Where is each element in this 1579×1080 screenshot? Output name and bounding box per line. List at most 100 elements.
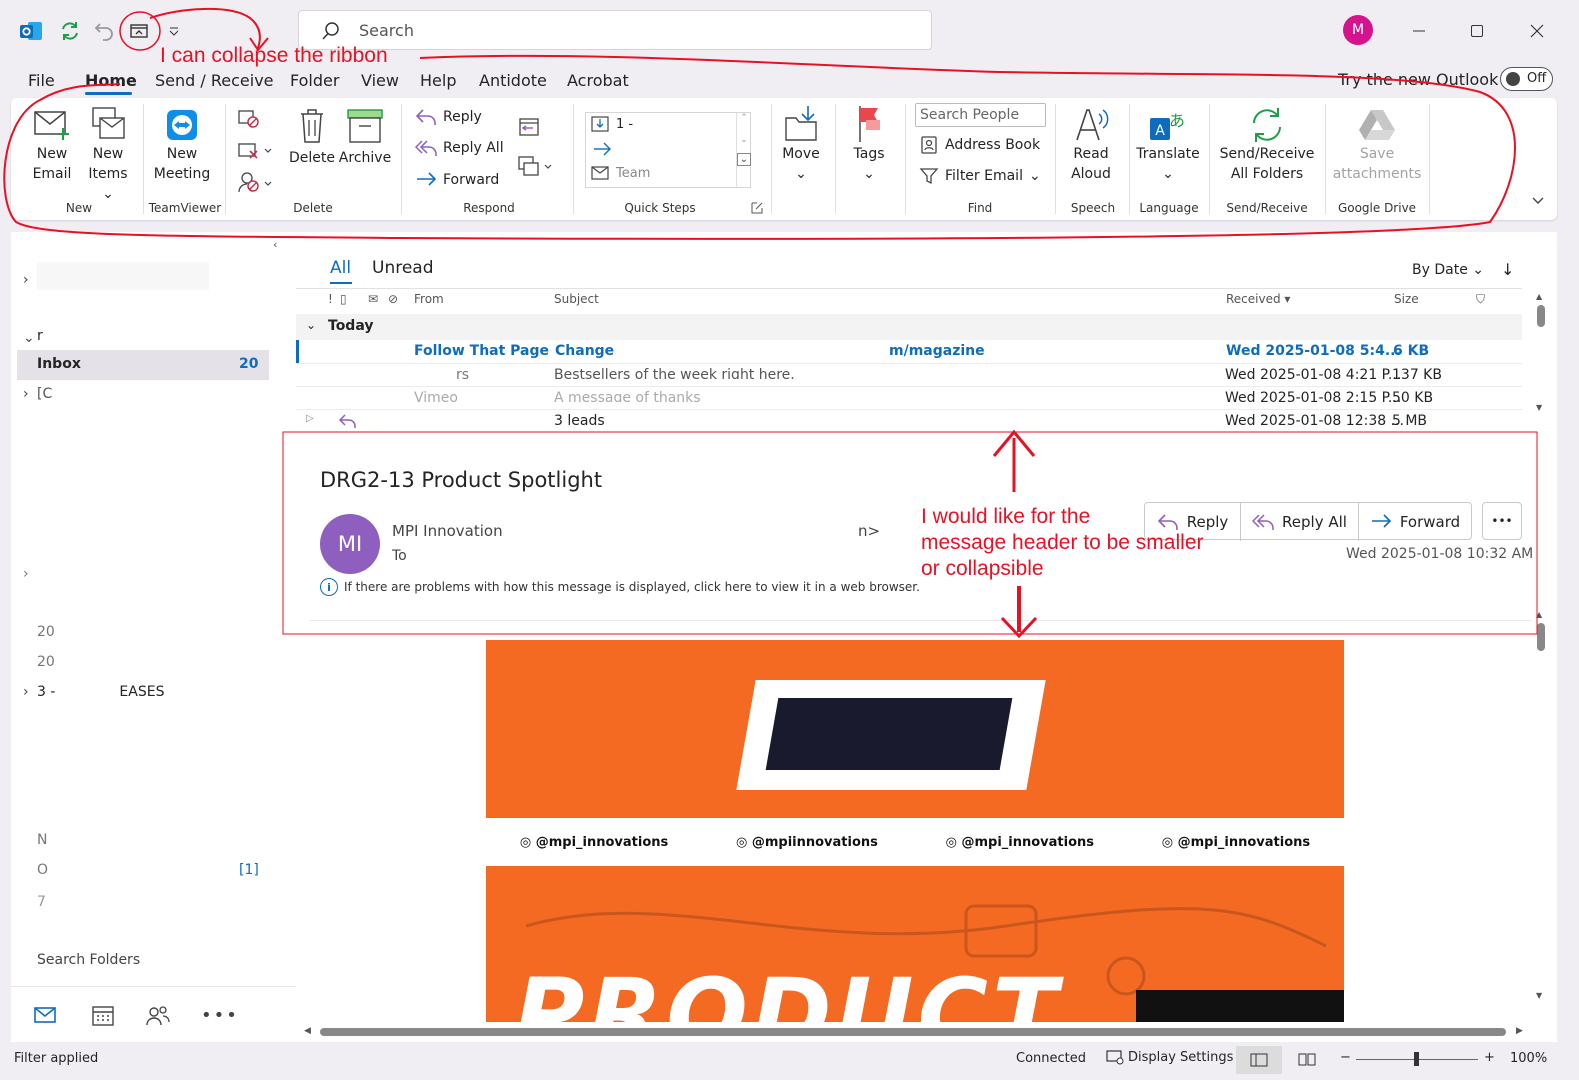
read-aloud-button[interactable]: Read Aloud	[1063, 106, 1119, 184]
social-handle-3[interactable]: ◎ @mpi_innovations	[946, 835, 1094, 850]
folder-20a[interactable]: 20	[37, 624, 55, 640]
translate-button[interactable]: Aあ Translate ⌄	[1135, 106, 1201, 184]
search-people-input[interactable]: Search People	[915, 103, 1046, 127]
calendar-icon[interactable]	[91, 1003, 115, 1027]
mail-icon[interactable]	[33, 1005, 57, 1025]
flag-column-icon[interactable]: ✉	[368, 292, 378, 306]
mailbox-collapse-icon[interactable]: ⌄	[23, 330, 35, 346]
quick-steps-scroll[interactable]: ⌃ ⌄ ⌄	[736, 113, 751, 187]
ribbon-expand-icon[interactable]	[1531, 196, 1545, 206]
folder-o[interactable]: O	[37, 862, 48, 878]
table-row[interactable]: rs Bestsellers of the week right here. W…	[296, 363, 1522, 386]
table-row[interactable]: ▷ 3 leads Wed 2025-01-08 12:38 ... 5 MB	[296, 409, 1522, 432]
forward-button[interactable]: Forward	[415, 170, 499, 190]
column-received[interactable]: Received ▾	[1226, 292, 1290, 306]
delete-button[interactable]: Delete	[285, 106, 339, 168]
column-subject[interactable]: Subject	[554, 292, 599, 306]
normal-view-icon[interactable]	[1236, 1046, 1282, 1074]
social-handle-1[interactable]: ◎ @mpi_innovations	[520, 835, 668, 850]
menu-antidote[interactable]: Antidote	[479, 71, 547, 90]
reply-all-button[interactable]: Reply All	[1241, 503, 1359, 541]
folder-inbox[interactable]: Inbox 20	[17, 350, 269, 380]
reply-button[interactable]: Reply	[415, 107, 482, 127]
maximize-icon[interactable]	[1464, 18, 1490, 44]
sort-by-date[interactable]: By Date ⌄	[1412, 262, 1484, 278]
mailbox-name[interactable]: r	[37, 328, 43, 344]
filter-email-button[interactable]: Filter Email ⌄	[919, 166, 1041, 186]
profile-avatar[interactable]: M	[1343, 15, 1373, 45]
menu-home[interactable]: Home	[85, 71, 137, 90]
menu-send-receive[interactable]: Send / Receive	[155, 71, 274, 90]
table-row[interactable]: Vimeo A message of thanks Wed 2025-01-08…	[296, 386, 1522, 409]
social-handle-2[interactable]: ◎ @mpiinnovations	[736, 835, 878, 850]
folder-n[interactable]: N	[37, 832, 47, 848]
meeting-reply-icon[interactable]	[517, 116, 541, 138]
column-size[interactable]: Size	[1394, 292, 1419, 306]
zoom-level[interactable]: 100%	[1510, 1051, 1547, 1066]
close-icon[interactable]	[1524, 18, 1550, 44]
quick-steps-gallery[interactable]: 1 - Team ⌃ ⌄ ⌄	[585, 112, 751, 188]
ignore-icon[interactable]	[237, 108, 261, 130]
folder-c-expand-icon[interactable]: ›	[23, 386, 29, 402]
folder-c[interactable]: [C	[37, 386, 52, 402]
reading-scrollbar[interactable]: ▲ ▼	[1536, 610, 1546, 1030]
collapse-pane-icon[interactable]: ‹	[273, 238, 277, 251]
new-meeting-button[interactable]: New Meeting	[151, 106, 213, 184]
new-outlook-toggle[interactable]: Off	[1500, 67, 1553, 91]
search-folders[interactable]: Search Folders	[37, 952, 140, 968]
menu-file[interactable]: File	[28, 71, 55, 90]
folder-20b[interactable]: 20	[37, 654, 55, 670]
table-row[interactable]: Follow That Page Change m/magazine Wed 2…	[296, 340, 1522, 363]
icon-column-icon[interactable]: ▯	[340, 292, 347, 306]
group-today[interactable]: ⌄ Today	[296, 314, 1522, 340]
people-icon[interactable]	[145, 1003, 171, 1027]
reply-all-button[interactable]: Reply All	[415, 138, 504, 158]
search-box[interactable]: Search	[298, 10, 932, 50]
menu-help[interactable]: Help	[420, 71, 456, 90]
address-book-button[interactable]: Address Book	[919, 135, 1040, 155]
quick-step-1[interactable]: 1 -	[590, 115, 633, 133]
cleanup-icon[interactable]	[237, 140, 277, 162]
folder-3[interactable]: 3 - EASES	[37, 684, 164, 700]
horizontal-scrollbar[interactable]: ◀ ▶	[304, 1026, 1530, 1038]
zoom-out-icon[interactable]: −	[1340, 1050, 1351, 1065]
new-email-button[interactable]: New Email	[27, 106, 77, 184]
sender-name[interactable]: MPI Innovation	[392, 522, 503, 540]
tags-button[interactable]: Tags ⌄	[845, 104, 893, 184]
list-scrollbar-thumb[interactable]	[1537, 305, 1545, 327]
collapse-ribbon-icon[interactable]	[126, 18, 152, 44]
forward-button[interactable]: Forward	[1359, 503, 1471, 541]
zoom-slider-thumb[interactable]	[1414, 1052, 1419, 1066]
reading-view-icon[interactable]	[1298, 1052, 1316, 1066]
minimize-icon[interactable]	[1406, 18, 1432, 44]
social-handle-4[interactable]: ◎ @mpi_innovations	[1162, 835, 1310, 850]
junk-icon[interactable]	[237, 170, 277, 194]
send-receive-all-button[interactable]: Send/Receive All Folders	[1215, 106, 1319, 184]
tab-all[interactable]: All	[330, 258, 351, 278]
account-expand-icon[interactable]: ›	[23, 272, 29, 288]
attachment-column-icon[interactable]: ⊘	[388, 292, 398, 306]
sort-direction-icon[interactable]: ↓	[1501, 260, 1514, 279]
sender-avatar[interactable]: MI	[320, 514, 380, 574]
info-bar[interactable]: i If there are problems with how this me…	[320, 578, 920, 596]
folder-7[interactable]: 7	[37, 894, 46, 910]
reading-scrollbar-thumb[interactable]	[1537, 623, 1545, 651]
more-respond-icon[interactable]	[517, 154, 557, 178]
horizontal-scrollbar-thumb[interactable]	[320, 1028, 1506, 1036]
customize-qat-icon[interactable]	[161, 18, 187, 44]
dialog-launcher-icon[interactable]	[751, 202, 763, 214]
more-actions-icon[interactable]: •••	[1482, 502, 1522, 540]
zoom-in-icon[interactable]: +	[1484, 1050, 1495, 1065]
quick-step-team[interactable]: Team	[590, 165, 650, 181]
more-modules-icon[interactable]: •••	[201, 1005, 239, 1026]
expand-thread-icon[interactable]: ▷	[306, 413, 314, 424]
menu-folder[interactable]: Folder	[290, 71, 339, 90]
folder-expand-icon[interactable]: ›	[23, 566, 29, 582]
list-scrollbar[interactable]: ▲ ▼	[1536, 292, 1546, 422]
archive-button[interactable]: Archive	[337, 106, 393, 168]
menu-acrobat[interactable]: Acrobat	[567, 71, 629, 90]
importance-column-icon[interactable]: !	[328, 292, 333, 306]
sync-icon[interactable]	[57, 18, 83, 44]
quick-step-forward-icon[interactable]	[592, 141, 612, 157]
display-settings-button[interactable]: Display Settings	[1106, 1049, 1233, 1065]
